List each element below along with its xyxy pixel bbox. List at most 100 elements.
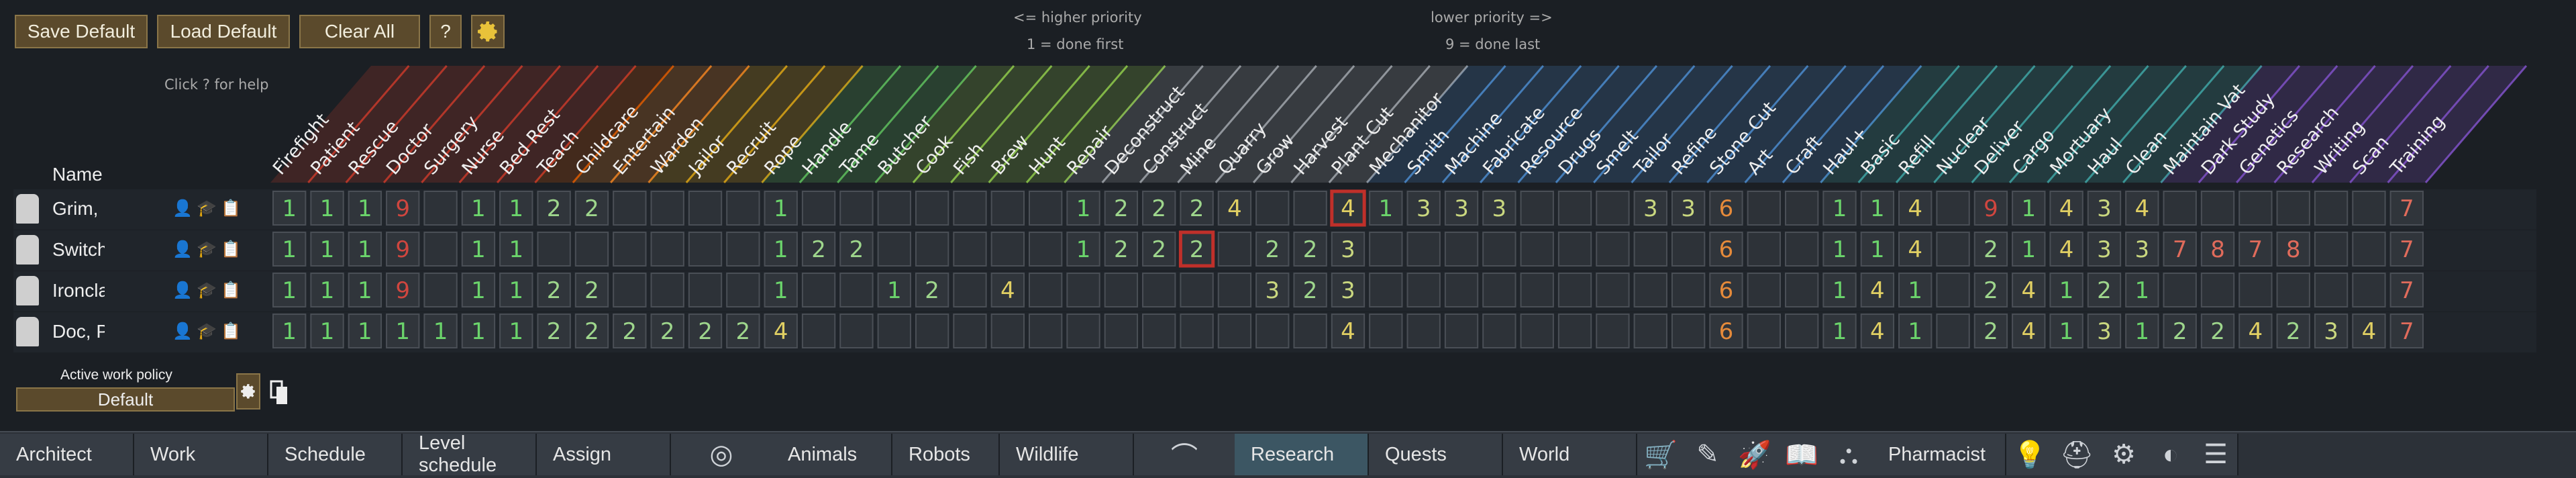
tab-work[interactable]: Work <box>134 434 268 475</box>
priority-cell[interactable] <box>423 273 458 307</box>
rocket-icon[interactable]: 🚀 <box>1731 434 1780 475</box>
priority-cell[interactable] <box>1406 314 1441 348</box>
priority-cell[interactable] <box>1406 232 1441 267</box>
priority-cell[interactable] <box>1671 314 1706 348</box>
work-icon[interactable]: 🎓 <box>197 238 217 260</box>
priority-cell[interactable] <box>1785 273 1819 307</box>
priority-cell[interactable] <box>726 232 760 267</box>
priority-cell[interactable] <box>688 191 723 226</box>
tab-architect[interactable]: Architect <box>0 434 134 475</box>
priority-cell[interactable] <box>1557 273 1592 307</box>
priority-cell[interactable] <box>1633 314 1667 348</box>
colonist-portrait[interactable] <box>16 276 39 305</box>
priority-cell[interactable] <box>1255 191 1290 226</box>
priority-cell[interactable] <box>2314 232 2349 267</box>
priority-cell[interactable] <box>1066 273 1100 307</box>
priority-cell[interactable] <box>1255 314 1290 348</box>
priority-cell[interactable] <box>801 191 836 226</box>
priority-cell[interactable] <box>1217 273 1252 307</box>
tab-schedule[interactable]: Schedule <box>268 434 403 475</box>
priority-cell[interactable] <box>1596 273 1630 307</box>
priority-cell[interactable] <box>1520 191 1554 226</box>
assign-icon[interactable]: 👤 <box>172 279 193 301</box>
priority-cell[interactable] <box>726 273 760 307</box>
priority-cell[interactable] <box>1747 314 1781 348</box>
priority-cell[interactable] <box>1104 314 1139 348</box>
priority-cell[interactable] <box>1180 314 1214 348</box>
priority-cell[interactable] <box>1936 191 1970 226</box>
feather-icon[interactable]: ✎ <box>1684 434 1733 475</box>
priority-cell[interactable] <box>1557 191 1592 226</box>
priority-cell[interactable] <box>1066 314 1100 348</box>
priority-cell[interactable] <box>2163 191 2197 226</box>
priority-cell[interactable] <box>1482 232 1516 267</box>
priority-cell[interactable] <box>1596 191 1630 226</box>
priority-cell[interactable] <box>1293 191 1327 226</box>
work-policy-dropdown[interactable]: Default <box>16 387 235 412</box>
priority-cell[interactable] <box>537 232 571 267</box>
priority-cell[interactable] <box>990 191 1025 226</box>
priority-cell[interactable] <box>953 314 987 348</box>
work-icon[interactable]: 🎓 <box>197 197 217 220</box>
priority-cell[interactable] <box>1633 232 1667 267</box>
helmet-icon[interactable]: ⛑ <box>2053 434 2102 475</box>
tab-world[interactable]: World <box>1503 434 1637 475</box>
clipboard-icon[interactable]: 📋 <box>221 238 241 260</box>
colonist-name[interactable]: Switch <box>52 239 105 260</box>
priority-cell[interactable] <box>1406 273 1441 307</box>
priority-cell[interactable] <box>1444 273 1479 307</box>
priority-cell[interactable] <box>839 314 874 348</box>
priority-cell[interactable] <box>2238 273 2273 307</box>
dish-icon[interactable]: ⌒ <box>1134 434 1236 475</box>
priority-cell[interactable] <box>2314 191 2349 226</box>
clipboard-icon[interactable]: 📋 <box>221 279 241 301</box>
priority-cell[interactable] <box>1369 314 1403 348</box>
priority-cell[interactable] <box>1142 273 1176 307</box>
priority-cell[interactable] <box>1633 273 1667 307</box>
priority-cell[interactable] <box>2200 191 2235 226</box>
priority-cell[interactable] <box>1142 314 1176 348</box>
priority-cell[interactable] <box>877 232 911 267</box>
priority-cell[interactable] <box>1029 314 1063 348</box>
priority-cell[interactable] <box>915 191 949 226</box>
colonist-portrait[interactable] <box>16 235 39 265</box>
priority-cell[interactable] <box>1785 232 1819 267</box>
priority-cell[interactable] <box>1747 232 1781 267</box>
priority-cell[interactable] <box>1444 314 1479 348</box>
priority-cell[interactable] <box>1217 314 1252 348</box>
priority-cell[interactable] <box>990 314 1025 348</box>
priority-cell[interactable] <box>1557 314 1592 348</box>
priority-cell[interactable] <box>423 191 458 226</box>
policy-settings-button[interactable] <box>236 373 260 410</box>
priority-cell[interactable] <box>1482 273 1516 307</box>
priority-cell[interactable] <box>801 273 836 307</box>
priority-cell[interactable] <box>990 232 1025 267</box>
settings-list-icon[interactable]: ⚙ <box>2100 434 2149 475</box>
priority-cell[interactable] <box>688 232 723 267</box>
priority-cell[interactable] <box>423 232 458 267</box>
assign-icon[interactable]: 👤 <box>172 320 193 342</box>
priority-cell[interactable] <box>1369 232 1403 267</box>
priority-cell[interactable] <box>2276 191 2310 226</box>
priority-cell[interactable] <box>839 273 874 307</box>
priority-cell[interactable] <box>1180 273 1214 307</box>
priority-cell[interactable] <box>1747 273 1781 307</box>
priority-cell[interactable] <box>839 191 874 226</box>
priority-cell[interactable] <box>1596 314 1630 348</box>
priority-cell[interactable] <box>2352 273 2386 307</box>
priority-cell[interactable] <box>1029 232 1063 267</box>
lightbulb-icon[interactable]: 💡 <box>2006 434 2055 475</box>
priority-cell[interactable] <box>613 232 647 267</box>
priority-cell[interactable] <box>2238 191 2273 226</box>
priority-cell[interactable] <box>1104 273 1139 307</box>
colonist-portrait[interactable] <box>16 194 39 224</box>
priority-cell[interactable] <box>1936 314 1970 348</box>
priority-cell[interactable] <box>1029 273 1063 307</box>
priority-cell[interactable] <box>2200 273 2235 307</box>
priority-cell[interactable] <box>1596 232 1630 267</box>
priority-cell[interactable] <box>1785 314 1819 348</box>
tab-quests[interactable]: Quests <box>1369 434 1503 475</box>
work-icon[interactable]: 🎓 <box>197 320 217 342</box>
cart-icon[interactable]: 🛒 <box>1637 434 1686 475</box>
priority-cell[interactable] <box>1444 232 1479 267</box>
